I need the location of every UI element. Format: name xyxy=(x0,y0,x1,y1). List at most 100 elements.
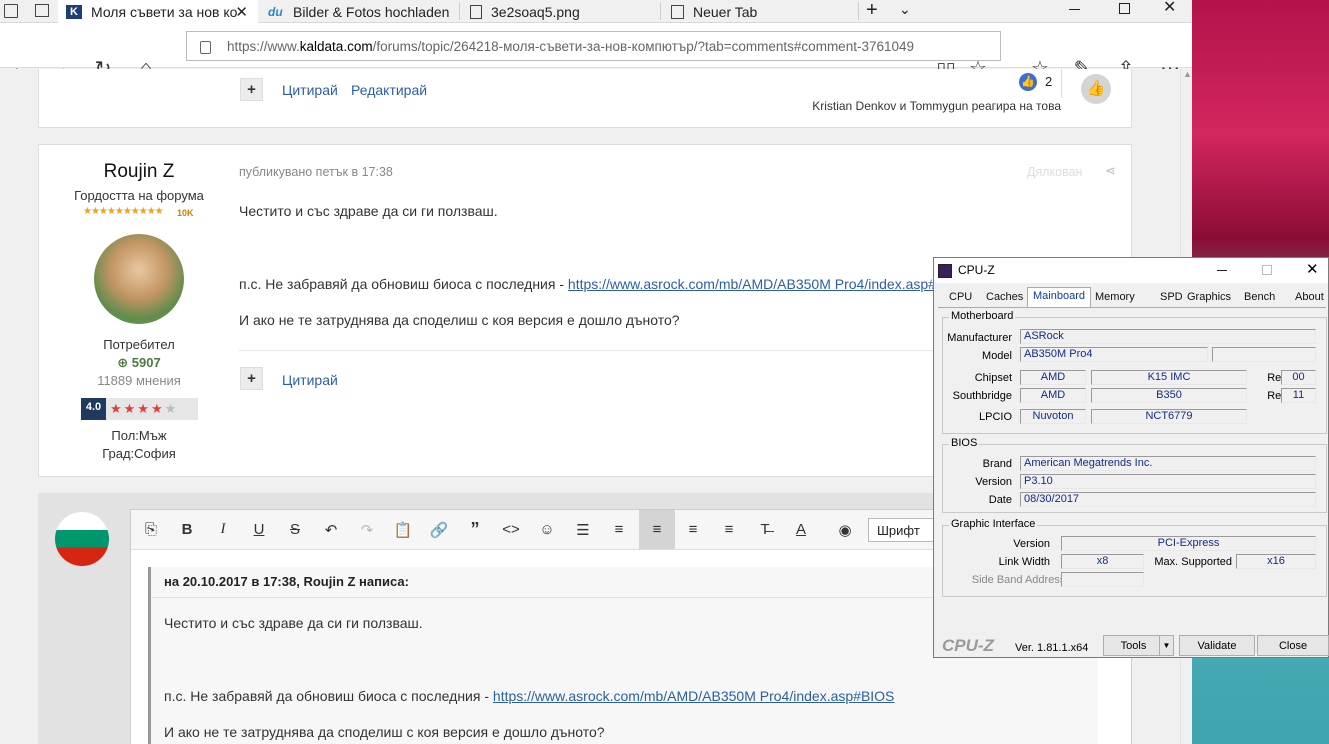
rating-badge: 4.0 xyxy=(81,398,106,420)
tab-bilder-hochladen[interactable]: du Bilder & Fotos hochladen xyxy=(260,0,456,23)
quote-icon[interactable]: ” xyxy=(457,510,493,549)
tab-label: Bilder & Fotos hochladen xyxy=(293,3,450,20)
cpuz-window: CPU-Z ✕ CPU Caches Mainboard Memory SPD … xyxy=(933,257,1329,658)
share-icon[interactable]: ⋖ xyxy=(1105,163,1116,179)
bulgaria-flag-avatar xyxy=(55,512,109,566)
url-text: https://www.kaldata.com/forums/topic/264… xyxy=(227,39,915,54)
lpcio-model: NCT6779 xyxy=(1091,409,1247,424)
model-extra-value xyxy=(1212,347,1316,362)
tools-dropdown-icon[interactable]: ▼ xyxy=(1159,635,1174,656)
tab-mainboard[interactable]: Mainboard xyxy=(1027,287,1091,308)
source-preview-icon[interactable]: ⎘ xyxy=(133,510,169,549)
new-tab-icon[interactable]: + xyxy=(866,0,878,20)
quote-header: на 20.10.2017 в 17:38, Roujin Z написа: xyxy=(164,574,409,589)
rank-stars: ★★★★★★★★★★ xyxy=(83,206,164,217)
paste-icon[interactable]: 📋 xyxy=(385,510,421,549)
tab-bench[interactable]: Bench xyxy=(1239,289,1280,307)
maximize-icon[interactable] xyxy=(1119,3,1130,14)
close-tab-icon[interactable]: ✕ xyxy=(235,3,248,21)
reaction-count: 2 xyxy=(1045,74,1053,89)
minimize-icon[interactable] xyxy=(1217,270,1227,271)
plus-circle-icon: ⊕ xyxy=(117,355,129,370)
chipset-model: K15 IMC xyxy=(1091,370,1247,385)
chipset-rev: 00 xyxy=(1281,370,1316,385)
quote-line-3: И ако не те затруднява да споделиш с коя… xyxy=(164,724,605,740)
lpcio-vendor: Nuvoton xyxy=(1020,409,1086,424)
kaldata-favicon-icon: K xyxy=(66,4,82,19)
tab-preview-icon[interactable] xyxy=(4,4,18,18)
new-tab-page-icon xyxy=(671,4,684,19)
numbered-list-icon[interactable]: ≡ xyxy=(601,510,637,549)
align-right-icon[interactable]: ≡ xyxy=(711,510,747,549)
tab-label: 3e2soaq5.png xyxy=(491,3,580,20)
scroll-up-icon[interactable]: ▲ xyxy=(1183,69,1192,79)
cpuz-title: CPU-Z xyxy=(958,263,995,277)
tab-cpu[interactable]: CPU xyxy=(944,289,977,307)
url-input[interactable]: https://www.kaldata.com/forums/topic/264… xyxy=(186,31,1001,61)
react-button-icon[interactable]: 👍 xyxy=(1081,74,1111,104)
close-window-icon[interactable]: ✕ xyxy=(1163,0,1176,16)
underline-icon[interactable]: U xyxy=(241,510,277,549)
code-icon[interactable]: <> xyxy=(493,510,529,549)
gender: Пол:Мъж xyxy=(111,428,167,443)
bullet-list-icon[interactable]: ☰ xyxy=(565,510,601,549)
quote-link[interactable]: Цитирай xyxy=(282,82,338,98)
preview-eye-icon[interactable]: ◉ xyxy=(827,510,863,549)
tools-button[interactable]: Tools xyxy=(1103,635,1164,656)
undo-icon[interactable]: ↶ xyxy=(313,510,349,549)
post-date[interactable]: публикувано петък в 17:38 xyxy=(239,165,393,179)
tab-about[interactable]: About xyxy=(1290,289,1329,307)
link-icon[interactable]: 🔗 xyxy=(421,510,457,549)
chipset-vendor: AMD xyxy=(1020,370,1086,385)
author-name[interactable]: Roujin Z xyxy=(39,161,239,183)
max-supported-value: x16 xyxy=(1236,554,1316,569)
maximize-icon[interactable] xyxy=(1262,265,1272,275)
like-reaction-icon[interactable]: 👍 xyxy=(1019,73,1037,91)
bios-link[interactable]: https://www.asrock.com/mb/AMD/AB350M Pro… xyxy=(568,276,970,292)
close-icon[interactable]: ✕ xyxy=(1306,262,1319,277)
font-color-icon[interactable]: A xyxy=(783,510,819,549)
clear-format-icon[interactable]: T̶ xyxy=(747,510,783,549)
tab-neuer-tab[interactable]: Neuer Tab xyxy=(663,0,858,23)
align-center-icon[interactable]: ≡ xyxy=(675,510,711,549)
cpuz-titlebar: CPU-Z ✕ xyxy=(934,258,1328,283)
set-aside-tabs-icon[interactable] xyxy=(35,4,49,17)
tab-graphics[interactable]: Graphics xyxy=(1182,289,1236,307)
gi-version-value: PCI-Express xyxy=(1061,536,1316,551)
post-line-3: И ако не те затруднява да споделиш с коя… xyxy=(239,312,680,328)
close-button[interactable]: Close xyxy=(1257,635,1329,656)
bold-icon[interactable]: B xyxy=(169,510,205,549)
avatar[interactable] xyxy=(94,234,184,324)
bios-link[interactable]: https://www.asrock.com/mb/AMD/AB350M Pro… xyxy=(493,688,895,704)
sb-vendor: AMD xyxy=(1020,388,1086,403)
document-icon xyxy=(470,4,482,19)
align-left-icon[interactable]: ≡ xyxy=(639,510,675,549)
multiquote-plus-button[interactable]: + xyxy=(240,78,263,101)
share-label[interactable]: Дялкован xyxy=(1027,165,1082,179)
tab-caches[interactable]: Caches xyxy=(981,289,1028,307)
quote-link[interactable]: Цитирай xyxy=(282,372,338,388)
emoji-icon[interactable]: ☺ xyxy=(529,510,565,549)
member-group: Потребител xyxy=(103,337,175,352)
chevron-down-icon[interactable]: ⌄ xyxy=(899,0,911,18)
multiquote-plus-button[interactable]: + xyxy=(240,367,263,390)
italic-icon[interactable]: I xyxy=(205,510,241,549)
sb-model: B350 xyxy=(1091,388,1247,403)
reaction-text[interactable]: Kristian Denkov и Tommygun реагира на то… xyxy=(812,99,1061,113)
bios-version-value: P3.10 xyxy=(1020,474,1316,489)
sideband-value xyxy=(1061,572,1144,587)
cpuz-version: Ver. 1.81.1.x64 xyxy=(1015,642,1089,654)
bios-date-value: 08/30/2017 xyxy=(1020,492,1316,507)
tab-kaldata[interactable]: K Моля съвети за нов ко ✕ xyxy=(58,0,258,23)
tab-image-png[interactable]: 3e2soaq5.png xyxy=(462,0,658,23)
post-count: 11889 мнения xyxy=(97,373,181,388)
tab-label: Neuer Tab xyxy=(693,3,758,20)
edit-link[interactable]: Редактирай xyxy=(351,82,427,98)
tab-memory[interactable]: Memory xyxy=(1090,289,1140,307)
strikethrough-icon[interactable]: S xyxy=(277,510,313,549)
tab-label: Моля съвети за нов ко xyxy=(91,3,238,20)
rating-stars: ★★★★★ xyxy=(106,398,198,420)
minimize-icon[interactable] xyxy=(1069,9,1080,10)
redo-icon[interactable]: ↷ xyxy=(349,510,385,549)
validate-button[interactable]: Validate xyxy=(1179,635,1255,656)
